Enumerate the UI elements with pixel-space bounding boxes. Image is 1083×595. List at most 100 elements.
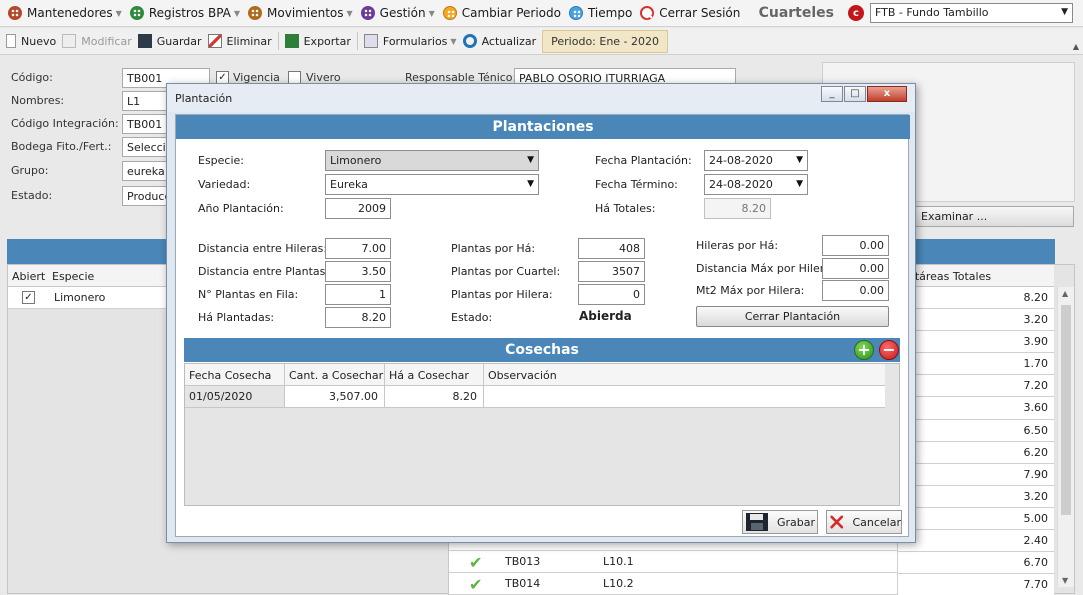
plantas-ha-input[interactable]: 408 xyxy=(578,238,645,259)
cosecha-fecha-cell[interactable]: 01/05/2020 xyxy=(185,386,285,407)
minimize-button[interactable]: _ xyxy=(821,86,843,102)
check-icon: ✔ xyxy=(469,553,483,572)
bodega-select[interactable]: Seleccion xyxy=(122,137,172,157)
col-cant-cosechar[interactable]: Cant. a Cosechar xyxy=(285,364,385,386)
grupo-select[interactable]: eureka xyxy=(122,161,172,181)
table-row[interactable]: ✔ TB014 L10.2 xyxy=(449,573,897,595)
eliminar-button[interactable]: Eliminar xyxy=(207,34,272,48)
actualizar-button[interactable]: Actualizar xyxy=(462,34,536,48)
variedad-label: Variedad: xyxy=(198,178,251,191)
chevron-down-icon: ▼ xyxy=(527,155,534,165)
fecha-termino-picker[interactable]: 24-08-2020 ▼ xyxy=(704,174,808,195)
menu-cambiar-periodo[interactable]: Cambiar Periodo xyxy=(442,6,561,20)
col-observacion[interactable]: Observación xyxy=(484,364,885,386)
dist-hileras-input[interactable]: 7.00 xyxy=(325,238,391,259)
chevron-down-icon: ▼ xyxy=(346,8,353,18)
estado-plantacion-value: Abierda xyxy=(579,309,632,323)
row-nombre: L10.2 xyxy=(603,577,634,590)
col-especie-header: Especie xyxy=(52,270,95,283)
plantaciones-header: Plantaciones xyxy=(176,115,910,139)
plantas-hilera-input[interactable]: 0 xyxy=(578,284,645,305)
col-fecha-cosecha[interactable]: Fecha Cosecha xyxy=(185,364,285,386)
cerrar-plantacion-button[interactable]: Cerrar Plantación xyxy=(696,306,889,327)
fecha-termino-value: 24-08-2020 xyxy=(709,178,773,191)
examinar-button[interactable]: Examinar ... xyxy=(912,206,1074,227)
close-button[interactable]: x xyxy=(867,86,907,102)
cosecha-observacion-cell[interactable] xyxy=(484,386,885,407)
chevron-down-icon: ▼ xyxy=(450,36,457,46)
nombres-label: Nombres: xyxy=(11,94,65,107)
menu-cerrar-sesion[interactable]: Cerrar Sesión xyxy=(640,6,740,20)
n-plantas-fila-input[interactable]: 1 xyxy=(325,284,391,305)
fundo-select[interactable]: FTB - Fundo Tambillo ▼ xyxy=(870,3,1073,23)
plantas-ha-label: Plantas por Há: xyxy=(451,242,536,255)
codigo-integracion-label: Código Integración: xyxy=(11,117,119,130)
nuevo-button[interactable]: Nuevo xyxy=(6,34,56,48)
menu-registros-bpa[interactable]: Registros BPA ▼ xyxy=(129,6,240,20)
mt2-max-hilera-input[interactable]: 0.00 xyxy=(822,280,889,301)
hectareas-cell: 7.70 xyxy=(897,574,1054,595)
guardar-label: Guardar xyxy=(156,34,202,48)
chevron-down-icon: ▼ xyxy=(796,155,803,165)
formularios-button[interactable]: Formularios ▼ xyxy=(363,34,457,48)
especie-label: Especie: xyxy=(198,154,245,167)
abierto-checkbox[interactable]: ✓ xyxy=(22,291,35,304)
stop-sign-icon xyxy=(640,6,655,20)
vertical-scrollbar[interactable]: ▲ ▼ xyxy=(1057,287,1074,587)
col-abierto-header: Abiert xyxy=(12,270,46,283)
ano-plantacion-label: Año Plantación: xyxy=(198,202,284,215)
menu-cambiar-periodo-label: Cambiar Periodo xyxy=(461,6,561,20)
ano-plantacion-input[interactable]: 2009 xyxy=(325,198,391,219)
variedad-select[interactable]: Eureka ▼ xyxy=(325,174,539,195)
ha-totales-input[interactable]: 8.20 xyxy=(704,198,771,219)
especie-value: Limonero xyxy=(330,154,382,167)
especie-select[interactable]: Limonero ▼ xyxy=(325,150,539,171)
col-ha-cosechar[interactable]: Há a Cosechar xyxy=(385,364,484,386)
collapse-up-icon[interactable]: ▲ xyxy=(1073,42,1079,51)
guardar-button[interactable]: Guardar xyxy=(137,34,202,48)
plantas-cuartel-input[interactable]: 3507 xyxy=(578,261,645,282)
ha-plantadas-label: Há Plantadas: xyxy=(198,311,275,324)
exportar-button[interactable]: Exportar xyxy=(284,34,351,48)
grid-dots-icon xyxy=(8,6,22,20)
formularios-label: Formularios xyxy=(382,34,448,48)
menu-cerrar-sesion-label: Cerrar Sesión xyxy=(659,6,741,20)
cosechas-grid-header: Fecha Cosecha Cant. a Cosechar Há a Cose… xyxy=(185,364,885,386)
grabar-button[interactable]: Grabar xyxy=(742,510,818,534)
scrollbar-thumb[interactable] xyxy=(1061,305,1071,515)
estado-plantacion-label: Estado: xyxy=(451,311,493,324)
eliminar-label: Eliminar xyxy=(226,34,272,48)
hileras-ha-label: Hileras por Há: xyxy=(696,239,779,252)
modificar-button[interactable]: Modificar xyxy=(62,34,132,48)
menu-mantenedores[interactable]: Mantenedores ▼ xyxy=(8,6,122,20)
scroll-down-icon[interactable]: ▼ xyxy=(1062,576,1068,585)
scroll-up-icon[interactable]: ▲ xyxy=(1062,289,1068,298)
fecha-plantacion-picker[interactable]: 24-08-2020 ▼ xyxy=(704,150,808,171)
row-especie: Limonero xyxy=(54,291,106,304)
cosecha-cantidad-cell[interactable]: 3,507.00 xyxy=(285,386,385,407)
cancelar-button[interactable]: Cancelar xyxy=(826,510,902,534)
add-cosecha-button[interactable]: + xyxy=(854,340,874,360)
menu-tiempo[interactable]: Tiempo xyxy=(568,6,632,20)
mt2-max-hilera-label: Mt2 Máx por Hilera: xyxy=(696,284,805,297)
dialog-titlebar[interactable]: Plantación _ □ x xyxy=(167,84,915,112)
brand-logo-icon: c xyxy=(848,5,864,21)
dist-plantas-input[interactable]: 3.50 xyxy=(325,261,391,282)
dist-max-hilera-input[interactable]: 0.00 xyxy=(822,258,889,279)
remove-cosecha-button[interactable]: − xyxy=(879,340,899,360)
menu-gestion[interactable]: Gestión ▼ xyxy=(360,6,435,20)
grupo-label: Grupo: xyxy=(11,164,49,177)
estado-select[interactable]: Produccio xyxy=(122,186,172,206)
table-row[interactable]: ✔ TB013 L10.1 xyxy=(449,551,897,573)
ha-plantadas-input[interactable]: 8.20 xyxy=(325,307,391,328)
page-title: Cuarteles xyxy=(758,5,834,21)
hileras-ha-input[interactable]: 0.00 xyxy=(822,235,889,256)
menu-mantenedores-label: Mantenedores xyxy=(27,6,113,20)
codigo-integracion-input[interactable]: TB001 xyxy=(122,114,172,134)
row-nombre: L10.1 xyxy=(603,555,634,568)
menu-movimientos[interactable]: Movimientos ▼ xyxy=(248,6,353,20)
nombres-input[interactable]: L1 xyxy=(122,91,172,111)
table-row[interactable]: 01/05/2020 3,507.00 8.20 xyxy=(185,386,885,408)
cosecha-ha-cell[interactable]: 8.20 xyxy=(385,386,484,407)
maximize-button[interactable]: □ xyxy=(844,86,866,102)
